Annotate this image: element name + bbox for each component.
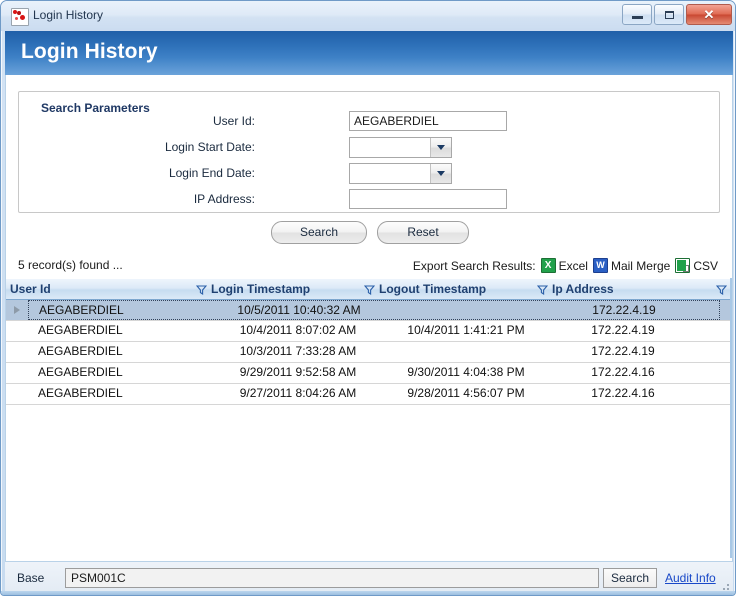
- csv-icon: [675, 258, 691, 273]
- row-indicator-icon: [14, 306, 20, 314]
- cell-ip-address: 172.22.4.19: [591, 323, 655, 337]
- column-header-login-timestamp[interactable]: Login Timestamp: [196, 279, 386, 299]
- title-bar: Login History ✕: [1, 1, 735, 31]
- column-header-logout-timestamp[interactable]: Logout Timestamp: [364, 279, 554, 299]
- word-icon: [592, 258, 608, 273]
- user-id-label: User Id:: [212, 114, 255, 128]
- row-selector[interactable]: [6, 321, 28, 341]
- close-icon: ✕: [703, 7, 715, 22]
- login-start-date-combo[interactable]: [349, 137, 452, 158]
- cell-logout-timestamp: 9/30/2011 4:04:38 PM: [407, 365, 525, 379]
- row-selector[interactable]: [6, 384, 28, 404]
- table-row[interactable]: AEGABERDIEL 10/5/2011 10:40:32 AM 172.22…: [6, 300, 732, 321]
- page-banner: Login History: [5, 31, 733, 75]
- chevron-down-icon[interactable]: [430, 138, 451, 157]
- cell-logout-timestamp: [386, 342, 546, 362]
- cell-user-id: AEGABERDIEL: [38, 365, 123, 379]
- grid-right-edge: [730, 278, 732, 558]
- table-row[interactable]: AEGABERDIEL 10/3/2011 7:33:28 AM 172.22.…: [6, 342, 732, 363]
- export-search-results: Export Search Results: Excel Mail Merge …: [413, 258, 718, 273]
- reset-button[interactable]: Reset: [377, 221, 469, 244]
- column-header-user-id[interactable]: User Id: [10, 279, 190, 299]
- filter-icon[interactable]: [364, 284, 375, 295]
- resize-grip-icon[interactable]: [719, 580, 729, 590]
- column-header-ip-address[interactable]: Ip Address: [537, 279, 687, 299]
- cell-login-timestamp: 9/27/2011 8:04:26 AM: [239, 386, 357, 400]
- cell-login-timestamp: 10/3/2011 7:33:28 AM: [239, 344, 357, 358]
- export-csv-label: CSV: [693, 258, 718, 273]
- export-mail-merge-button[interactable]: Mail Merge: [592, 258, 671, 273]
- cell-ip-address: 172.22.4.16: [591, 386, 655, 400]
- ip-address-label: IP Address:: [193, 192, 255, 206]
- export-excel-button[interactable]: Excel: [540, 258, 588, 273]
- application-window: Login History ✕ Login History Search Par…: [0, 0, 736, 596]
- cell-logout-timestamp: 9/28/2011 4:56:07 PM: [407, 386, 525, 400]
- minimize-icon: [631, 16, 643, 19]
- records-found-text: 5 record(s) found ...: [18, 258, 123, 272]
- cell-login-timestamp: 9/29/2011 9:52:58 AM: [239, 365, 357, 379]
- ip-address-input[interactable]: [349, 189, 507, 209]
- table-row[interactable]: AEGABERDIEL 9/27/2011 8:04:26 AM 9/28/20…: [6, 384, 732, 405]
- maximize-icon: [664, 10, 674, 19]
- login-history-grid: User Id Login Timestamp Logout Timestamp: [6, 278, 732, 558]
- chevron-down-icon[interactable]: [430, 164, 451, 183]
- filter-icon[interactable]: [196, 284, 207, 295]
- search-button[interactable]: Search: [271, 221, 367, 244]
- search-parameters-legend: Search Parameters: [37, 101, 154, 115]
- content-area: Search Parameters User Id: Login Start D…: [5, 75, 733, 561]
- filter-icon[interactable]: [537, 284, 548, 295]
- table-row[interactable]: AEGABERDIEL 9/29/2011 9:52:58 AM 9/30/20…: [6, 363, 732, 384]
- login-end-date-combo[interactable]: [349, 163, 452, 184]
- export-excel-label: Excel: [558, 258, 588, 273]
- export-label: Export Search Results:: [412, 258, 536, 273]
- cell-ip-address: 172.22.4.19: [592, 303, 656, 317]
- login-start-date-label: Login Start Date:: [164, 140, 255, 154]
- status-bar: Base Search Audit Info: [5, 561, 733, 593]
- window-controls: ✕: [622, 4, 732, 25]
- cell-login-timestamp: 10/5/2011 10:40:32 AM: [237, 303, 361, 317]
- column-header-filter-all[interactable]: [712, 279, 730, 299]
- close-button[interactable]: ✕: [686, 4, 732, 25]
- cell-user-id: AEGABERDIEL: [38, 344, 123, 358]
- login-end-date-label: Login End Date:: [168, 166, 255, 180]
- search-parameters-panel: Search Parameters User Id: Login Start D…: [18, 91, 720, 213]
- cell-user-id: AEGABERDIEL: [38, 386, 123, 400]
- window-bottom-edge: [1, 591, 735, 595]
- row-selector[interactable]: [6, 342, 28, 362]
- window-title: Login History: [33, 8, 104, 22]
- row-selector[interactable]: [6, 300, 28, 320]
- cell-login-timestamp: 10/4/2011 8:07:02 AM: [239, 323, 357, 337]
- column-header-logout-timestamp-label: Logout Timestamp: [379, 281, 487, 296]
- filter-icon[interactable]: [715, 284, 727, 295]
- status-base-label: Base: [17, 571, 45, 585]
- cell-logout-timestamp: 10/4/2011 1:41:21 PM: [407, 323, 525, 337]
- audit-info-link[interactable]: Audit Info: [665, 571, 716, 585]
- table-row[interactable]: AEGABERDIEL 10/4/2011 8:07:02 AM 10/4/20…: [6, 321, 732, 342]
- cell-user-id: AEGABERDIEL: [39, 303, 124, 317]
- grid-body: AEGABERDIEL 10/5/2011 10:40:32 AM 172.22…: [6, 300, 732, 405]
- row-selector[interactable]: [6, 363, 28, 383]
- export-mail-merge-label: Mail Merge: [610, 258, 671, 273]
- user-id-input[interactable]: [349, 111, 507, 131]
- column-header-login-timestamp-label: Login Timestamp: [211, 281, 311, 296]
- cell-ip-address: 172.22.4.19: [591, 344, 655, 358]
- column-header-ip-address-label: Ip Address: [552, 281, 614, 296]
- export-csv-button[interactable]: CSV: [675, 258, 718, 273]
- app-icon: [11, 8, 29, 26]
- minimize-button[interactable]: [622, 4, 652, 25]
- cell-logout-timestamp: [387, 301, 547, 321]
- grid-header-row: User Id Login Timestamp Logout Timestamp: [6, 278, 732, 300]
- cell-ip-address: 172.22.4.16: [591, 365, 655, 379]
- status-search-button[interactable]: Search: [603, 568, 657, 588]
- status-search-input[interactable]: [65, 568, 599, 588]
- cell-user-id: AEGABERDIEL: [38, 323, 123, 337]
- column-header-user-id-label: User Id: [10, 281, 51, 296]
- excel-icon: [540, 258, 556, 273]
- page-title: Login History: [21, 40, 158, 63]
- maximize-button[interactable]: [654, 4, 684, 25]
